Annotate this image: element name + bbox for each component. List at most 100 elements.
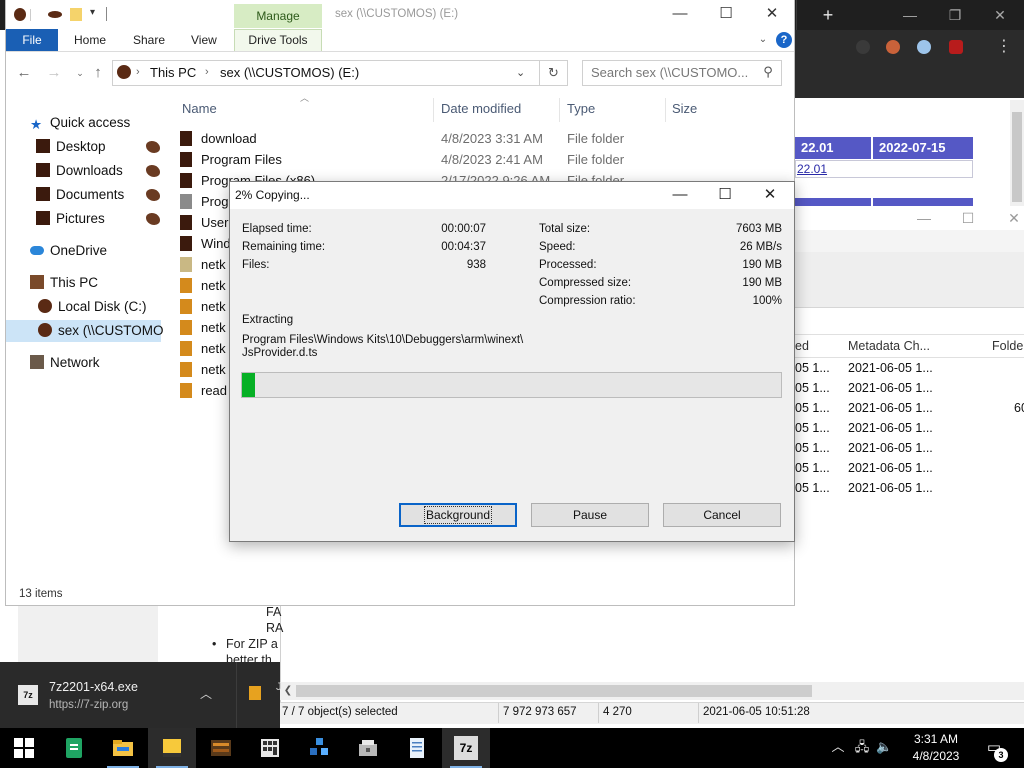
web-download-link[interactable]: 22.01 <box>797 161 827 177</box>
tab-view[interactable]: View <box>191 33 217 47</box>
download-filename[interactable]: 7z2201-x64.exe <box>49 680 138 694</box>
minimize-button[interactable]: — <box>667 5 693 23</box>
browser-toolbar <box>795 30 1024 98</box>
new-folder-icon[interactable] <box>70 8 82 21</box>
browser-tab[interactable] <box>796 0 816 30</box>
forward-button[interactable]: → <box>44 63 64 83</box>
breadcrumb-separator-icon[interactable]: › <box>205 66 209 78</box>
col-size[interactable]: Size <box>672 101 697 116</box>
tab-share[interactable]: Share <box>133 33 165 47</box>
background-button[interactable]: Background <box>399 503 517 527</box>
file-row[interactable]: download 4/8/2023 3:31 AM File folder <box>180 128 740 149</box>
browser-minimize-button[interactable]: — <box>898 5 922 25</box>
dialog-minimize-button[interactable]: — <box>666 185 694 205</box>
tab-drive-tools[interactable]: Drive Tools <box>234 29 322 51</box>
network-status-icon[interactable]: 🖧 <box>854 736 870 758</box>
back-button[interactable]: ← <box>14 63 34 83</box>
search-icon[interactable]: ⚲ <box>760 64 776 80</box>
nav-quick-access[interactable]: ★ Quick access <box>30 112 185 134</box>
scroll-left-icon[interactable]: ❮ <box>282 684 294 698</box>
properties-icon[interactable] <box>48 11 62 18</box>
file-icon <box>180 278 192 293</box>
folder-icon <box>180 236 192 251</box>
volume-icon[interactable]: 🔈 <box>876 736 892 758</box>
taskbar-game-app[interactable] <box>197 728 245 768</box>
dialog-close-button[interactable]: ✕ <box>756 185 784 205</box>
nav-this-pc[interactable]: This PC <box>30 272 185 294</box>
file-row[interactable]: Program Files 4/8/2023 2:41 AM File folder <box>180 149 740 170</box>
nav-sex-drive[interactable]: sex (\\CUSTOMO <box>6 320 164 342</box>
extension-flag-icon[interactable] <box>917 40 931 54</box>
taskbar-network-app[interactable] <box>295 728 343 768</box>
manage-tab[interactable]: Manage <box>234 4 322 28</box>
pin-icon[interactable] <box>146 213 160 225</box>
new-tab-button[interactable]: + <box>818 4 838 26</box>
show-hidden-icons-icon[interactable]: ︿ <box>830 736 846 758</box>
nav-documents[interactable]: Documents <box>36 184 191 206</box>
column-separator[interactable] <box>559 98 560 122</box>
cell-modified: 05 1... <box>795 381 830 395</box>
column-separator[interactable] <box>433 98 434 122</box>
col-folders[interactable]: Folde <box>992 339 1023 353</box>
taskbar-installer-app[interactable] <box>344 728 392 768</box>
extension-icon[interactable] <box>856 40 870 54</box>
column-separator[interactable] <box>665 98 666 122</box>
status-separator <box>698 703 699 723</box>
taskbar-7zip-app[interactable]: 7z <box>442 728 490 768</box>
ublock-icon[interactable] <box>949 40 963 54</box>
sevenzip-close-button[interactable]: ✕ <box>1002 208 1024 228</box>
sevenzip-titlebar <box>795 207 1024 229</box>
help-icon[interactable]: ? <box>776 32 792 48</box>
browser-menu-icon[interactable]: ⋮ <box>996 38 1012 56</box>
tab-file[interactable]: File <box>6 29 58 51</box>
tab-home[interactable]: Home <box>74 33 106 47</box>
taskbar-notes-app[interactable] <box>148 728 196 768</box>
breadcrumb-separator-icon[interactable]: › <box>136 66 140 78</box>
nav-desktop[interactable]: Desktop <box>36 136 191 158</box>
nav-onedrive[interactable]: OneDrive <box>30 240 185 262</box>
taskbar-sheets-app[interactable] <box>50 728 98 768</box>
file-name: Prog <box>201 194 229 209</box>
nav-pictures[interactable]: Pictures <box>36 208 191 230</box>
browser-close-button[interactable]: ✕ <box>988 5 1012 25</box>
clock-date[interactable]: 4/8/2023 <box>896 749 976 763</box>
cancel-button[interactable]: Cancel <box>663 503 781 527</box>
taskbar-file-explorer[interactable] <box>99 728 147 768</box>
maximize-button[interactable]: ☐ <box>713 5 739 23</box>
pin-icon[interactable] <box>146 165 160 177</box>
scrollbar-thumb[interactable] <box>296 685 812 697</box>
col-date-modified[interactable]: Date modified <box>441 101 521 116</box>
profile-avatar-icon[interactable] <box>886 40 900 54</box>
sticky-notes-icon <box>160 736 184 760</box>
address-dropdown-icon[interactable]: ⌄ <box>516 66 525 79</box>
chevron-up-icon[interactable]: ︿ <box>198 686 214 702</box>
col-metadata[interactable]: Metadata Ch... <box>848 339 930 353</box>
sevenzip-minimize-button[interactable]: — <box>912 208 936 228</box>
sevenzip-maximize-button[interactable]: ☐ <box>956 208 980 228</box>
col-name[interactable]: Name <box>182 101 217 116</box>
breadcrumb-this-pc[interactable]: This PC <box>150 65 196 80</box>
start-button[interactable] <box>0 728 48 768</box>
sevenzip-icon: 7z <box>454 736 478 760</box>
pause-button[interactable]: Pause <box>531 503 649 527</box>
clock-time[interactable]: 3:31 AM <box>896 732 976 746</box>
breadcrumb-drive[interactable]: sex (\\CUSTOMOS) (E:) <box>220 65 359 80</box>
pin-icon[interactable] <box>146 141 160 153</box>
nav-downloads[interactable]: Downloads <box>36 160 191 182</box>
up-button[interactable]: ↑ <box>88 63 108 83</box>
dialog-maximize-button[interactable]: ☐ <box>711 185 739 205</box>
nav-network[interactable]: Network <box>30 352 185 374</box>
col-type[interactable]: Type <box>567 101 595 116</box>
nav-local-disk[interactable]: Local Disk (C:) <box>38 296 193 318</box>
taskbar-notepad-app[interactable] <box>393 728 441 768</box>
web-scrollbar-thumb[interactable] <box>1012 112 1022 202</box>
customize-qat-icon[interactable]: ▾ <box>90 7 95 18</box>
pin-icon[interactable] <box>146 189 160 201</box>
refresh-button[interactable]: ↻ <box>540 60 568 86</box>
expand-ribbon-icon[interactable]: ⌄ <box>756 33 770 47</box>
col-modified[interactable]: ed <box>795 339 809 353</box>
recent-locations-icon[interactable]: ⌄ <box>70 63 90 83</box>
close-button[interactable]: ✕ <box>759 5 785 23</box>
taskbar-calculator-app[interactable] <box>246 728 294 768</box>
browser-restore-button[interactable]: ❐ <box>943 5 967 25</box>
